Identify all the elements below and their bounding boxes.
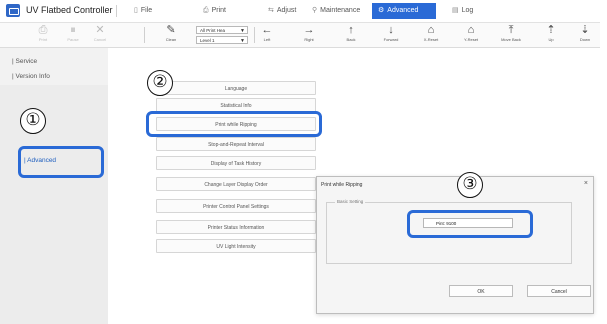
down-button[interactable]: ⇣ Down: [570, 24, 600, 46]
menu-log[interactable]: ▤ Log: [446, 3, 479, 19]
left-button[interactable]: ← Left: [252, 24, 282, 46]
callout-number-3: ③: [457, 172, 483, 198]
print-head-select[interactable]: All Print Hea ▼: [196, 26, 248, 34]
log-icon: ▤: [452, 7, 459, 14]
maintenance-icon: ⚲: [312, 7, 318, 14]
print-while-ripping-highlight: [146, 111, 322, 137]
move-back-button[interactable]: ⤒ Move Back: [496, 24, 526, 46]
right-button[interactable]: → Right: [294, 24, 324, 46]
sidebar-item-service[interactable]: | Service: [12, 58, 37, 65]
arrow-down-icon: ↓: [388, 24, 394, 36]
menu-adjust-label: Adjust: [276, 7, 297, 14]
app-logo-icon: [6, 4, 20, 17]
file-icon: ▯: [134, 7, 138, 14]
pause-button[interactable]: ⏸ Pause: [58, 24, 88, 46]
print-button[interactable]: ⎙ Print: [28, 24, 58, 46]
left-button-label: Left: [263, 37, 271, 42]
page-margin: [600, 0, 607, 324]
menu-advanced-label: Advanced: [387, 7, 419, 14]
level-select-value: Level 1: [200, 38, 215, 43]
move-back-button-label: Move Back: [501, 37, 521, 42]
callout-number-2: ②: [147, 70, 173, 96]
y-reset-button-label: Y-Reset: [463, 37, 479, 42]
arrow-up-icon: ↑: [348, 24, 354, 36]
dialog-title: Print while Ripping: [321, 182, 363, 188]
change-layer-display-order-button[interactable]: Change Layer Display Order: [156, 177, 316, 191]
x-reset-button[interactable]: ⌂ X-Reset: [416, 24, 446, 46]
app-window: UV Flatbed Controller ▯ File ⎙ Print ⇆ Adju…: [0, 0, 600, 324]
menu-file-label: File: [140, 7, 153, 14]
down-icon: ⇣: [580, 24, 590, 36]
toolbar-separator: [144, 27, 145, 43]
x-reset-button-label: X-Reset: [423, 37, 439, 42]
pint-field-highlight: [407, 210, 533, 238]
display-of-task-history-button[interactable]: Display of Task History: [156, 156, 316, 170]
print-while-ripping-dialog: Print while Ripping × Basic Setting Pint…: [316, 176, 594, 314]
clean-button[interactable]: ✎ Clean: [156, 24, 186, 46]
callout-number-1: ①: [20, 108, 46, 134]
menu-advanced[interactable]: ⚙ Advanced: [372, 3, 436, 19]
menu-print-label: Print: [211, 7, 227, 14]
clean-button-label: Clean: [165, 37, 177, 42]
basic-setting-label: Basic Setting: [335, 199, 366, 204]
chevron-down-icon: ▼: [240, 28, 245, 34]
printer-control-panel-settings-button[interactable]: Printer Control Panel Settings: [156, 199, 316, 213]
sidebar-item-version-info[interactable]: | Version Info: [12, 73, 50, 80]
advanced-icon: ⚙: [378, 7, 385, 14]
menu-separator: [116, 5, 117, 17]
print-icon: ⎙: [38, 24, 48, 36]
app-title: UV Flatbed Controller: [26, 5, 113, 15]
forward-button[interactable]: ↓ Forward: [376, 24, 406, 46]
down-button-label: Down: [579, 37, 591, 42]
cancel-button[interactable]: Cancel: [527, 285, 591, 297]
print-button-label: Print: [38, 37, 48, 42]
arrow-right-icon: →: [303, 24, 315, 36]
y-reset-button[interactable]: ⌂ Y-Reset: [456, 24, 486, 46]
pause-button-label: Pause: [67, 37, 79, 42]
menu-bar: UV Flatbed Controller ▯ File ⎙ Print ⇆ Adju…: [0, 0, 600, 23]
back-button-label: Back: [346, 37, 356, 42]
menu-file[interactable]: ▯ File: [128, 3, 158, 19]
up-button-label: Up: [548, 37, 554, 42]
pause-icon: ⏸: [70, 24, 76, 36]
advanced-highlight: [18, 146, 104, 178]
language-button[interactable]: Language: [156, 81, 316, 95]
move-back-icon: ⤒: [508, 24, 514, 36]
sidebar: | Service | Version Info | Advanced: [0, 48, 108, 324]
forward-button-label: Forward: [383, 37, 399, 42]
ok-button[interactable]: OK: [449, 285, 513, 297]
cancel-print-button[interactable]: ✕ Cancel: [85, 24, 115, 46]
right-button-label: Right: [304, 37, 314, 42]
print-head-select-value: All Print Hea: [200, 28, 226, 33]
level-select[interactable]: Level 1 ▼: [196, 36, 248, 44]
menu-log-label: Log: [461, 7, 474, 14]
toolbar: ⎙ Print ⏸ Pause ✕ Cancel ✎ Clean All Pri…: [0, 23, 600, 48]
cancel-print-button-label: Cancel: [93, 37, 107, 42]
menu-maintenance-label: Maintenance: [320, 7, 361, 14]
back-button[interactable]: ↑ Back: [336, 24, 366, 46]
arrow-left-icon: ←: [261, 24, 273, 36]
statistical-info-button[interactable]: Statistical Info: [156, 98, 316, 112]
stop-and-repeat-interval-button[interactable]: Stop-and-Repeat Interval: [156, 137, 316, 151]
up-button[interactable]: ⇡ Up: [536, 24, 566, 46]
printer-status-information-button[interactable]: Printer Status Information: [156, 220, 316, 234]
up-icon: ⇡: [546, 24, 556, 36]
chevron-down-icon: ▼: [240, 38, 245, 44]
clean-icon: ✎: [166, 24, 176, 36]
x-reset-icon: ⌂: [427, 24, 435, 36]
adjust-icon: ⇆: [268, 7, 274, 14]
menu-print[interactable]: ⎙ Print: [197, 3, 232, 19]
y-reset-icon: ⌂: [467, 24, 475, 36]
menu-adjust[interactable]: ⇆ Adjust: [262, 3, 302, 19]
close-icon[interactable]: ×: [584, 180, 588, 187]
print-icon: ⎙: [203, 7, 209, 14]
cancel-icon: ✕: [95, 24, 105, 36]
menu-maintenance[interactable]: ⚲ Maintenance: [306, 3, 366, 19]
uv-light-intensity-button[interactable]: UV Light Intensity: [156, 239, 316, 253]
